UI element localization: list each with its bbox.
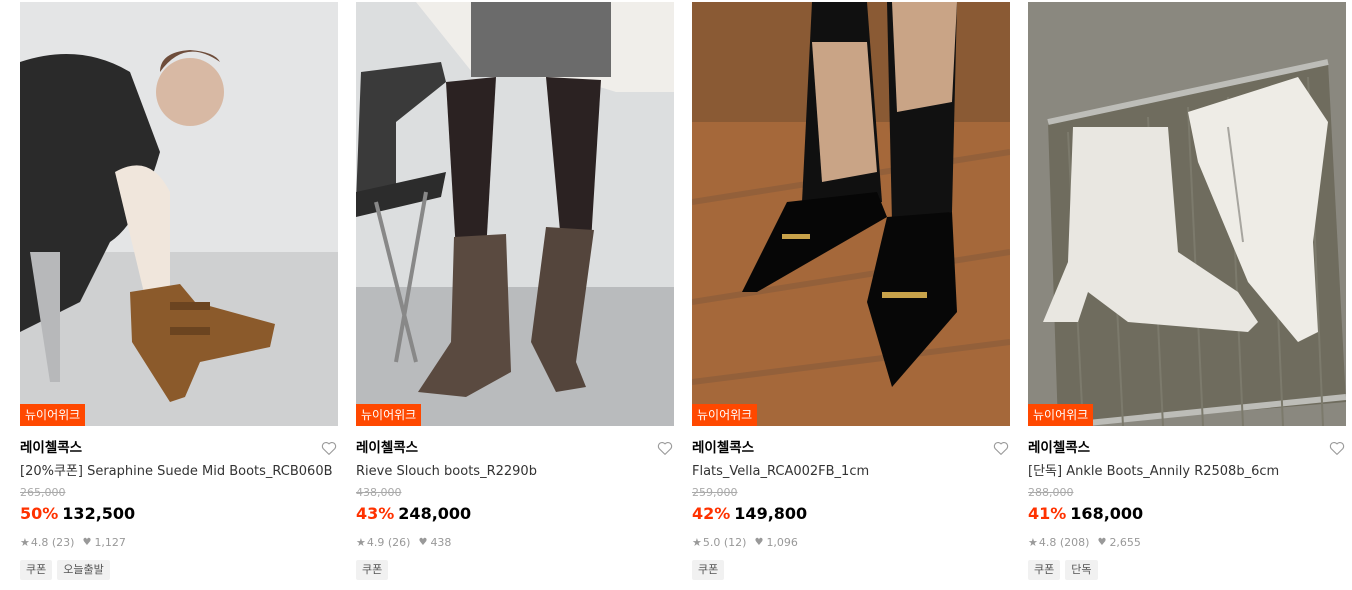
discount-rate: 41% (1028, 504, 1067, 523)
product-image[interactable]: 뉴이어위크 (20, 2, 338, 426)
product-image[interactable]: 뉴이어위크 (692, 2, 1010, 426)
product-image[interactable]: 뉴이어위크 (1028, 2, 1346, 426)
product-photo-slouch-boots (356, 2, 674, 426)
brand-name[interactable]: 레이첼콕스 (20, 440, 82, 456)
promo-badge: 뉴이어위크 (1028, 404, 1094, 426)
product-photo-flats (692, 2, 1010, 426)
sale-price: 248,000 (398, 504, 472, 523)
original-price: 265,000 (20, 486, 66, 499)
promo-badge: 뉴이어위크 (692, 404, 758, 426)
tag-list: 쿠폰 (692, 560, 1010, 580)
tag-coupon: 쿠폰 (20, 560, 53, 580)
star-icon: ★ (20, 536, 30, 549)
price-row: 43% 248,000 (356, 503, 674, 525)
promo-badge: 뉴이어위크 (20, 404, 86, 426)
product-meta: ★ 4.8 (23) ♥ 1,127 (20, 536, 338, 550)
product-name[interactable]: Flats_Vella_RCA002FB_1cm (692, 463, 1010, 481)
product-card: 뉴이어위크 레이첼콕스 Rieve Slouch boots_R2290b 43… (356, 2, 674, 590)
heart-filled-icon: ♥ (1097, 537, 1107, 548)
like-count: 438 (430, 536, 452, 549)
review-count: (23) (51, 536, 75, 549)
product-meta: ★ 4.8 (208) ♥ 2,655 (1028, 536, 1346, 550)
review-count: (12) (723, 536, 747, 549)
heart-outline-icon[interactable] (656, 439, 674, 457)
brand-row: 레이첼콕스 (20, 436, 338, 460)
tag-coupon: 쿠폰 (692, 560, 725, 580)
rating-value: 4.8 (30, 536, 49, 549)
product-card: 뉴이어위크 레이첼콕스 Flats_Vella_RCA002FB_1cm 259… (692, 2, 1010, 590)
price-row: 42% 149,800 (692, 503, 1010, 525)
product-name[interactable]: [20%쿠폰] Seraphine Suede Mid Boots_RCB060… (20, 463, 338, 481)
brand-row: 레이첼콕스 (356, 436, 674, 460)
heart-outline-icon[interactable] (320, 439, 338, 457)
like-count: 2,655 (1109, 536, 1141, 549)
tag-coupon: 쿠폰 (1028, 560, 1061, 580)
original-price: 259,000 (692, 486, 738, 499)
star-icon: ★ (692, 536, 702, 549)
star-icon: ★ (356, 536, 366, 549)
review-count: (208) (1059, 536, 1090, 549)
sale-price: 168,000 (1070, 504, 1144, 523)
price-row: 41% 168,000 (1028, 503, 1346, 525)
tag-list: 쿠폰 단독 (1028, 560, 1346, 580)
rating-value: 4.8 (1038, 536, 1057, 549)
product-image[interactable]: 뉴이어위크 (356, 2, 674, 426)
review-count: (26) (387, 536, 411, 549)
original-price: 438,000 (356, 486, 402, 499)
product-photo-ankle-boots (1028, 2, 1346, 426)
product-meta: ★ 4.9 (26) ♥ 438 (356, 536, 674, 550)
product-card: 뉴이어위크 레이첼콕스 [단독] Ankle Boots_Annily R250… (1028, 2, 1346, 590)
like-count: 1,127 (94, 536, 126, 549)
discount-rate: 43% (356, 504, 395, 523)
heart-outline-icon[interactable] (1328, 439, 1346, 457)
tag-list: 쿠폰 (356, 560, 674, 580)
heart-filled-icon: ♥ (82, 537, 92, 548)
promo-badge: 뉴이어위크 (356, 404, 422, 426)
brand-name[interactable]: 레이첼콕스 (1028, 440, 1090, 456)
brand-name[interactable]: 레이첼콕스 (356, 440, 418, 456)
product-card: 뉴이어위크 레이첼콕스 [20%쿠폰] Seraphine Suede Mid … (20, 2, 338, 590)
product-photo-suede-boots (20, 2, 338, 426)
discount-rate: 42% (692, 504, 731, 523)
rating-value: 4.9 (366, 536, 385, 549)
star-icon: ★ (1028, 536, 1038, 549)
heart-filled-icon: ♥ (418, 537, 428, 548)
sale-price: 132,500 (62, 504, 136, 523)
like-count: 1,096 (766, 536, 798, 549)
product-name[interactable]: Rieve Slouch boots_R2290b (356, 463, 674, 481)
price-row: 50% 132,500 (20, 503, 338, 525)
tag-today-ship: 오늘출발 (57, 560, 110, 580)
brand-name[interactable]: 레이첼콕스 (692, 440, 754, 456)
tag-coupon: 쿠폰 (356, 560, 389, 580)
product-name[interactable]: [단독] Ankle Boots_Annily R2508b_6cm (1028, 463, 1346, 481)
tag-exclusive: 단독 (1065, 560, 1098, 580)
product-grid: 뉴이어위크 레이첼콕스 [20%쿠폰] Seraphine Suede Mid … (0, 0, 1352, 590)
original-price: 288,000 (1028, 486, 1074, 499)
tag-list: 쿠폰 오늘출발 (20, 560, 338, 580)
brand-row: 레이첼콕스 (1028, 436, 1346, 460)
rating-value: 5.0 (702, 536, 721, 549)
heart-filled-icon: ♥ (754, 537, 764, 548)
heart-outline-icon[interactable] (992, 439, 1010, 457)
brand-row: 레이첼콕스 (692, 436, 1010, 460)
discount-rate: 50% (20, 504, 59, 523)
product-meta: ★ 5.0 (12) ♥ 1,096 (692, 536, 1010, 550)
sale-price: 149,800 (734, 504, 808, 523)
